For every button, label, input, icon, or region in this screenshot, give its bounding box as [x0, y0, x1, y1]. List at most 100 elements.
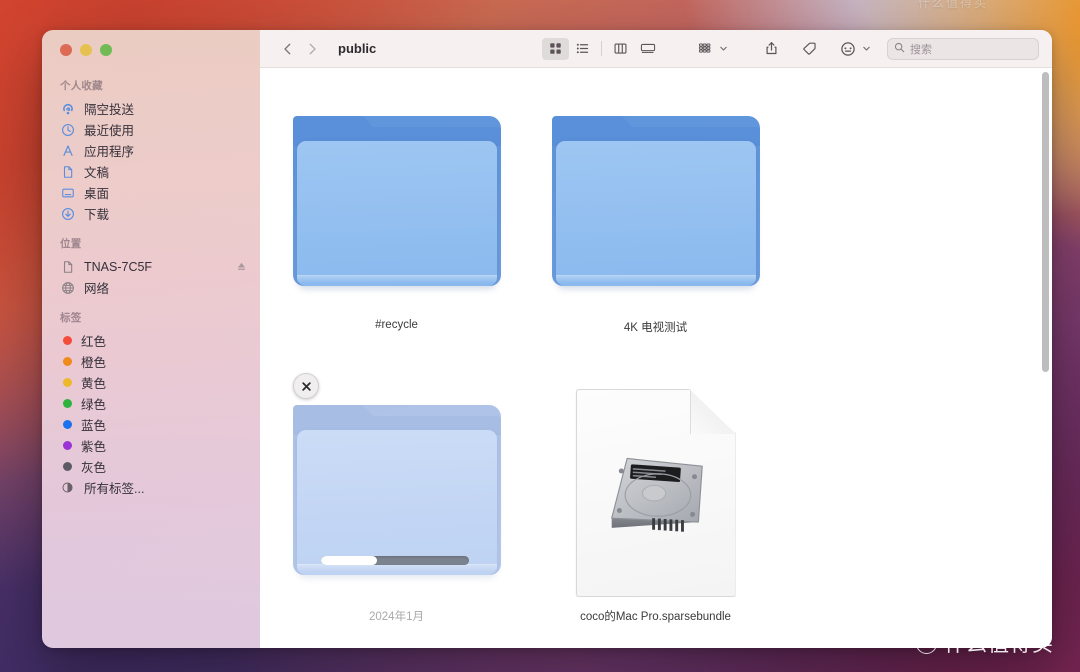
copy-progress-bar	[320, 555, 469, 565]
sidebar-item-tag-red[interactable]: 红色	[42, 330, 260, 351]
file-item[interactable]: 2024年1月	[267, 373, 526, 648]
vertical-scrollbar[interactable]	[1042, 72, 1049, 372]
folder-icon	[292, 404, 501, 582]
gallery-view-button[interactable]	[634, 38, 661, 60]
chevron-down-icon	[719, 40, 728, 58]
folder-lip	[555, 274, 756, 283]
clock-icon	[60, 122, 75, 137]
sidebar-item-label: 最近使用	[84, 124, 135, 138]
sidebar-item-label: 文稿	[84, 166, 110, 180]
tag-dot-icon	[63, 399, 72, 408]
sidebar-section-favorites-title: 个人收藏	[60, 80, 103, 92]
eject-icon[interactable]	[235, 260, 248, 273]
tag-dot-icon	[63, 462, 72, 471]
tag-dot-icon	[63, 378, 72, 387]
sidebar-item-tag-green[interactable]: 绿色	[42, 393, 260, 414]
sidebar-item-tag-gray[interactable]: 灰色	[42, 456, 260, 477]
sidebar-item-label: 所有标签...	[84, 482, 145, 496]
finder-toolbar: public 搜索	[260, 30, 1052, 68]
file-icon-wrap	[548, 96, 763, 312]
list-view-button[interactable]	[569, 38, 596, 60]
sidebar-item-recents[interactable]: 最近使用	[42, 119, 260, 140]
group-by-button[interactable]	[691, 38, 718, 60]
file-item[interactable]: #recycle	[267, 90, 526, 373]
folder-icon	[551, 115, 760, 293]
sidebar-item-desktop[interactable]: 桌面	[42, 182, 260, 203]
back-button[interactable]	[276, 37, 300, 61]
file-name: 2024年1月	[369, 611, 424, 623]
share-button[interactable]	[758, 38, 785, 60]
file-icon-wrap	[289, 96, 504, 312]
toolbar-divider	[601, 41, 602, 56]
breadcrumb[interactable]: public	[338, 41, 376, 56]
folder-front	[296, 140, 497, 286]
sidebar-section-locations-title: 位置	[60, 238, 82, 250]
folder-front	[296, 429, 497, 575]
file-name: 4K 电视测试	[623, 322, 688, 334]
group-by-control[interactable]	[691, 38, 728, 60]
file-name: coco的Mac Pro.sparsebundle	[580, 611, 731, 623]
minimize-button[interactable]	[80, 44, 92, 56]
sidebar-item-tag-yellow[interactable]: 黄色	[42, 372, 260, 393]
sidebar-item-label: 下载	[84, 208, 110, 222]
sidebar-item-tag-orange[interactable]: 橙色	[42, 351, 260, 372]
sidebar-item-documents[interactable]: 文稿	[42, 161, 260, 182]
sidebar-item-label: 红色	[81, 335, 107, 349]
sidebar-item-airdrop[interactable]: 隔空投送	[42, 98, 260, 119]
sidebar-item-all-tags[interactable]: 所有标签...	[42, 477, 260, 498]
search-field[interactable]: 搜索	[887, 37, 1039, 60]
forward-button[interactable]	[300, 37, 324, 61]
disk-image-icon	[575, 389, 736, 597]
sidebar-item-network[interactable]: 网络	[42, 277, 260, 298]
watermark-top: 什么值得买	[918, 0, 989, 10]
applications-icon	[60, 143, 75, 158]
tag-dot-icon	[63, 336, 72, 345]
sidebar-item-tnas[interactable]: TNAS-7C5F	[42, 256, 260, 277]
folder-icon	[292, 115, 501, 293]
file-icon-wrap	[548, 385, 763, 601]
window-traffic-lights	[42, 30, 260, 66]
file-item[interactable]: 4K 电视测试	[526, 90, 785, 373]
more-actions-control[interactable]	[834, 38, 871, 60]
downloads-icon	[60, 206, 75, 221]
tag-dot-icon	[63, 357, 72, 366]
file-item[interactable]: coco的Mac Pro.sparsebundle	[526, 379, 785, 648]
sidebar-item-label: 蓝色	[81, 419, 107, 433]
document-fold-corner	[689, 389, 736, 434]
sidebar-item-label: 紫色	[81, 440, 107, 454]
view-switcher	[542, 37, 661, 60]
file-name: #recycle	[375, 319, 418, 331]
more-actions-button[interactable]	[834, 38, 861, 60]
finder-window: 个人收藏 隔空投送 最近使用 应用程序 文稿 桌面 下载 位置 TNAS-7C5…	[42, 30, 1052, 648]
document-icon	[60, 164, 75, 179]
close-button[interactable]	[60, 44, 72, 56]
zoom-button[interactable]	[100, 44, 112, 56]
sidebar-item-label: 隔空投送	[84, 103, 135, 117]
server-icon	[60, 259, 75, 274]
sidebar-item-applications[interactable]: 应用程序	[42, 140, 260, 161]
sidebar-item-label: 橙色	[81, 356, 107, 370]
folder-lip	[296, 563, 497, 572]
sidebar-item-label: 绿色	[81, 398, 107, 412]
finder-sidebar: 个人收藏 隔空投送 最近使用 应用程序 文稿 桌面 下载 位置 TNAS-7C5…	[42, 30, 260, 648]
sidebar-item-tag-purple[interactable]: 紫色	[42, 435, 260, 456]
sidebar-item-label: 网络	[84, 282, 110, 296]
file-icon-wrap	[289, 373, 504, 601]
network-globe-icon	[60, 280, 75, 295]
search-icon	[894, 40, 905, 58]
column-view-button[interactable]	[607, 38, 634, 60]
airdrop-icon	[60, 101, 75, 116]
chevron-down-icon	[862, 40, 871, 58]
sidebar-item-downloads[interactable]: 下载	[42, 203, 260, 224]
desktop-icon	[60, 185, 75, 200]
file-browser-content: #recycle 4K 电视测试 2024年1月 coco的Mac Pro.sp…	[260, 68, 1052, 648]
cancel-copy-button[interactable]	[293, 373, 319, 399]
sidebar-item-label: 黄色	[81, 377, 107, 391]
sidebar-item-tag-blue[interactable]: 蓝色	[42, 414, 260, 435]
tag-button[interactable]	[796, 38, 823, 60]
copy-progress-fill	[320, 555, 377, 565]
file-grid: #recycle 4K 电视测试 2024年1月 coco的Mac Pro.sp…	[260, 68, 1052, 648]
icon-view-button[interactable]	[542, 37, 569, 60]
desktop-wallpaper: 什么值得买 个人收藏 隔空投送 最近使用 应用程序 文稿 桌面 下载 位置 TN…	[0, 0, 1080, 672]
folder-lip	[296, 274, 497, 283]
